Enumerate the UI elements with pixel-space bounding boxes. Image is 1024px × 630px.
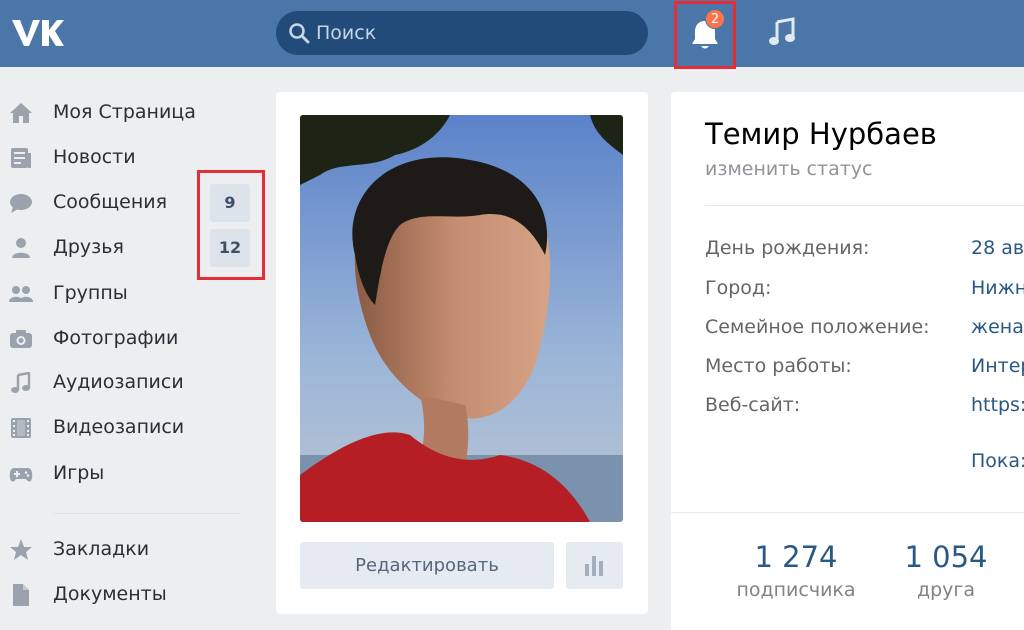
profile-photo[interactable] xyxy=(300,115,623,522)
info-label-city: Город: xyxy=(705,277,772,299)
change-status-link[interactable]: изменить статус xyxy=(705,158,872,180)
messages-icon xyxy=(10,194,32,213)
info-label-website: Веб-сайт: xyxy=(705,394,801,416)
sidebar-item-groups[interactable]: Группы xyxy=(0,274,250,314)
sidebar-item-label: Аудиозаписи xyxy=(53,371,184,393)
show-more-link[interactable]: Пока: xyxy=(971,450,1024,472)
sidebar-item-label: Фотографии xyxy=(53,327,179,349)
bar-chart-icon xyxy=(585,556,603,576)
friends-icon xyxy=(12,238,30,258)
info-label-workplace: Место работы: xyxy=(705,355,852,377)
sidebar-item-bookmarks[interactable]: Закладки xyxy=(0,530,250,570)
info-value-workplace[interactable]: Интер xyxy=(971,355,1024,377)
divider xyxy=(705,205,1024,206)
gamepad-icon xyxy=(9,468,33,482)
profile-name: Темир Нурбаев xyxy=(705,117,937,151)
sidebar-item-documents[interactable]: Документы xyxy=(0,575,250,615)
stats-button[interactable] xyxy=(566,542,623,589)
search-bar[interactable] xyxy=(276,11,648,55)
vk-logo-icon[interactable] xyxy=(10,16,64,48)
groups-icon xyxy=(9,286,33,302)
notifications-highlight[interactable]: 2 xyxy=(674,1,736,69)
profile-photo-card: Редактировать xyxy=(276,92,648,614)
friends-label: друга xyxy=(916,579,976,601)
info-value-city[interactable]: Нижн xyxy=(971,277,1024,299)
home-icon xyxy=(10,103,32,123)
edit-profile-button[interactable]: Редактировать xyxy=(300,542,554,589)
film-icon xyxy=(11,418,31,438)
sidebar-item-games[interactable]: Игры xyxy=(0,454,250,494)
sidebar-item-label: Документы xyxy=(53,583,167,605)
sidebar-item-audio[interactable]: Аудиозаписи xyxy=(0,363,250,403)
followers-label: подписчика xyxy=(736,579,856,601)
info-value-website[interactable]: https: xyxy=(971,394,1024,416)
sidebar-item-my-page[interactable]: Моя Страница xyxy=(0,93,250,133)
info-value-relationship[interactable]: жена xyxy=(971,316,1024,338)
sidebar-item-label: Сообщения xyxy=(53,191,168,213)
star-icon xyxy=(10,539,32,560)
sidebar-item-photos[interactable]: Фотографии xyxy=(0,319,250,359)
info-value-birthday[interactable]: 28 ав xyxy=(971,237,1024,259)
sidebar-item-label: Игры xyxy=(53,462,105,484)
music-icon[interactable] xyxy=(766,16,798,48)
camera-icon xyxy=(10,330,32,348)
music-note-icon xyxy=(11,372,31,393)
counters-highlight xyxy=(197,170,265,280)
sidebar-item-label: Новости xyxy=(53,146,136,168)
document-icon xyxy=(13,584,29,606)
info-label-birthday: День рождения: xyxy=(705,237,870,259)
profile-info-card: Темир Нурбаев изменить статус День рожде… xyxy=(671,92,1024,630)
friends-count: 1 054 xyxy=(904,540,988,574)
news-icon xyxy=(11,148,31,168)
info-label-relationship: Семейное положение: xyxy=(705,316,930,338)
search-input[interactable] xyxy=(316,11,636,55)
sidebar-divider xyxy=(53,513,241,514)
search-icon xyxy=(289,23,310,44)
sidebar-item-label: Закладки xyxy=(53,538,150,560)
sidebar-item-videos[interactable]: Видеозаписи xyxy=(0,408,250,448)
followers-count: 1 274 xyxy=(754,540,838,574)
sidebar-item-label: Друзья xyxy=(53,236,124,258)
divider xyxy=(671,512,1024,513)
sidebar-item-label: Видеозаписи xyxy=(53,416,185,438)
top-header: 2 xyxy=(0,0,1024,69)
sidebar-item-label: Группы xyxy=(53,282,128,304)
sidebar-item-label: Моя Страница xyxy=(53,101,196,123)
notification-badge: 2 xyxy=(705,9,725,29)
